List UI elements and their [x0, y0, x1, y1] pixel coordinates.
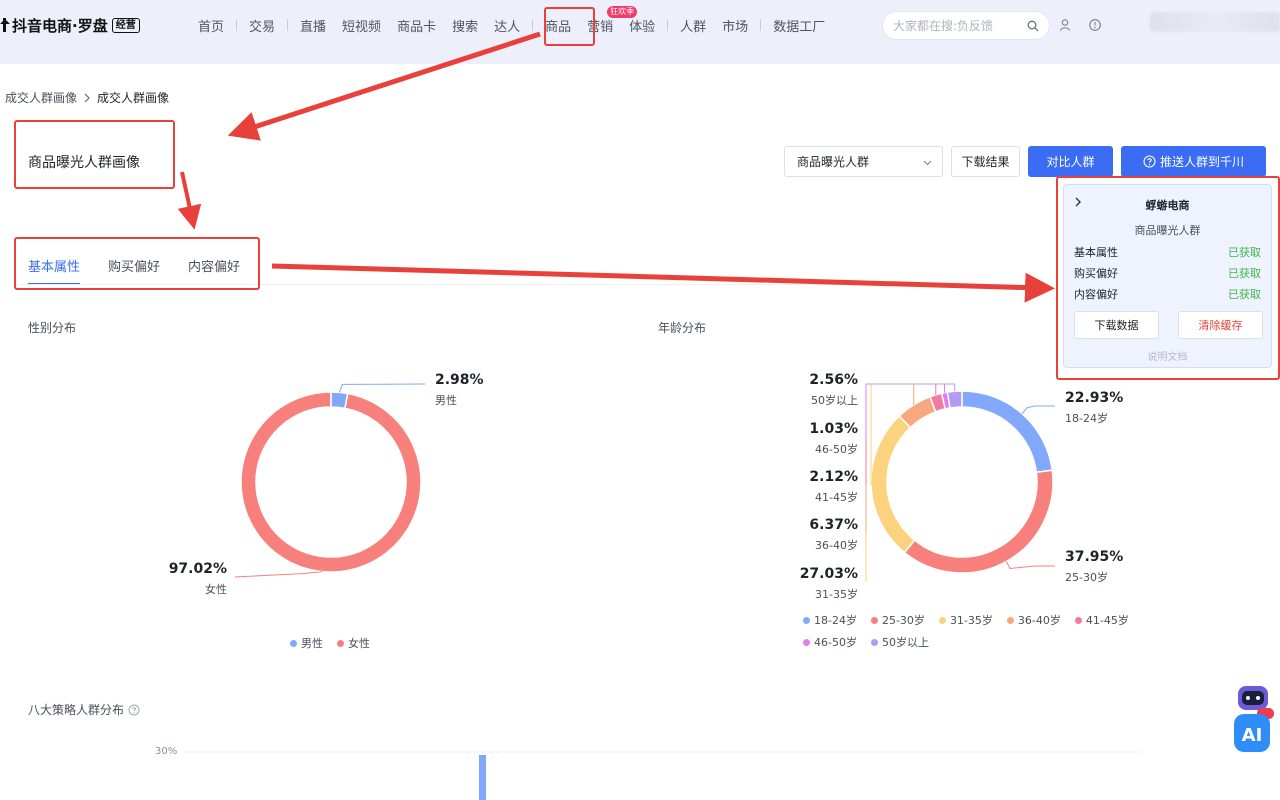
legend-dot [803, 616, 810, 624]
legend-item-female[interactable]: 女性 [337, 635, 370, 651]
age-leader-1 [1005, 561, 1055, 570]
gender-slice-1 [240, 391, 422, 573]
gender-category-label-1: 女性 [205, 582, 227, 596]
age-category-label-4: 41-45岁 [815, 490, 858, 504]
panel-row-basic: 基本属性 已获取 [1074, 244, 1261, 260]
age-value-label-0: 22.93% [1065, 390, 1123, 406]
age-slice-1 [903, 469, 1054, 574]
ai-assistant-icon[interactable]: AI [1232, 684, 1274, 754]
gender-category-label-0: 男性 [435, 393, 457, 407]
age-category-label-0: 18-24岁 [1065, 411, 1108, 425]
age-leader-0 [1021, 405, 1055, 414]
age-category-label-5: 46-50岁 [815, 442, 858, 456]
doc-link[interactable]: 说明文档 [1064, 348, 1271, 363]
gender-leader-0 [338, 383, 426, 393]
panel-row-content: 内容偏好 已获取 [1074, 286, 1261, 302]
age-value-label-6: 2.56% [809, 372, 858, 388]
gender-leader-1 [234, 571, 323, 578]
legend-dot [870, 616, 878, 624]
panel-row-status: 已获取 [1228, 267, 1261, 280]
panel-row-label: 内容偏好 [1074, 288, 1118, 301]
strategy-chart-title-text: 八大策略人群分布 [28, 703, 125, 717]
legend-dot [1074, 616, 1082, 624]
legend-item-31-35[interactable]: 31-35岁 [938, 612, 993, 628]
crowd-download-panel: 蜉蝣电商 商品曝光人群 基本属性 已获取 购买偏好 已获取 内容偏好 已获取 下载数据… [1063, 184, 1272, 368]
age-category-label-1: 25-30岁 [1065, 570, 1108, 584]
legend-label: 男性 [301, 637, 323, 650]
legend-label: 36-40岁 [1017, 614, 1061, 627]
panel-row-label: 基本属性 [1074, 246, 1118, 259]
age-category-label-3: 36-40岁 [815, 538, 858, 552]
age-slice-6 [946, 390, 963, 409]
age-value-label-3: 6.37% [809, 517, 858, 533]
age-slice-0 [961, 390, 1054, 474]
age-category-label-6: 50岁以上 [811, 393, 858, 407]
panel-row-label: 购买偏好 [1074, 267, 1118, 280]
strategy-axis-tick-label: 30% [155, 746, 178, 757]
legend-label: 25-30岁 [881, 614, 925, 627]
legend-item-18-24[interactable]: 18-24岁 [803, 612, 857, 628]
legend-dot [1006, 616, 1014, 624]
legend-dot [290, 639, 297, 647]
age-value-label-5: 1.03% [809, 421, 858, 437]
gender-value-label-1: 97.02% [169, 561, 227, 577]
panel-subtitle: 商品曝光人群 [1134, 224, 1201, 237]
legend-item-25-30[interactable]: 25-30岁 [870, 612, 925, 628]
legend-label: 46-50岁 [814, 636, 857, 649]
legend-item-46-50[interactable]: 46-50岁 [803, 634, 857, 650]
legend-dot [803, 638, 810, 646]
svg-text:AI: AI [1242, 725, 1263, 746]
legend-item-36-40[interactable]: 36-40岁 [1006, 612, 1061, 628]
age-category-label-2: 31-35岁 [815, 587, 858, 601]
age-value-label-1: 37.95% [1065, 549, 1123, 565]
distribution-charts: 2.98% 男性 97.02% 女性 22.93% 18-24岁 37.95% 25-30岁 2… [169, 372, 1140, 800]
gender-legend: 男性 女性 [290, 635, 370, 651]
panel-row-status: 已获取 [1228, 246, 1261, 259]
age-value-label-2: 27.03% [800, 566, 858, 582]
clear-cache-button[interactable]: 清除缓存 [1178, 311, 1263, 339]
age-value-label-4: 2.12% [809, 469, 858, 485]
legend-dot [938, 616, 946, 624]
age-legend: 18-24岁 25-30岁 31-35岁 36-40岁 41-45岁 46-50… [803, 612, 1143, 650]
strategy-chart-title: 八大策略人群分布 [28, 701, 140, 718]
legend-item-41-45[interactable]: 41-45岁 [1074, 612, 1129, 628]
gender-value-label-0: 2.98% [435, 372, 484, 388]
download-data-button[interactable]: 下载数据 [1074, 311, 1159, 339]
info-icon[interactable] [128, 704, 140, 716]
legend-label: 女性 [348, 637, 370, 650]
legend-dot [870, 638, 878, 646]
legend-item-50-plus[interactable]: 50岁以上 [870, 634, 929, 650]
strategy-bar [479, 755, 486, 800]
age-leader-6 [865, 383, 956, 392]
legend-label: 18-24岁 [814, 614, 857, 627]
legend-label: 50岁以上 [881, 636, 929, 649]
panel-brand-name: 蜉蝣电商 [1145, 199, 1190, 212]
legend-item-male[interactable]: 男性 [290, 635, 323, 651]
legend-dot [337, 639, 344, 647]
legend-label: 41-45岁 [1085, 614, 1129, 627]
panel-row-status: 已获取 [1228, 288, 1261, 301]
legend-label: 31-35岁 [949, 614, 993, 627]
panel-row-purchase: 购买偏好 已获取 [1074, 265, 1261, 281]
age-slice-2 [870, 414, 916, 554]
